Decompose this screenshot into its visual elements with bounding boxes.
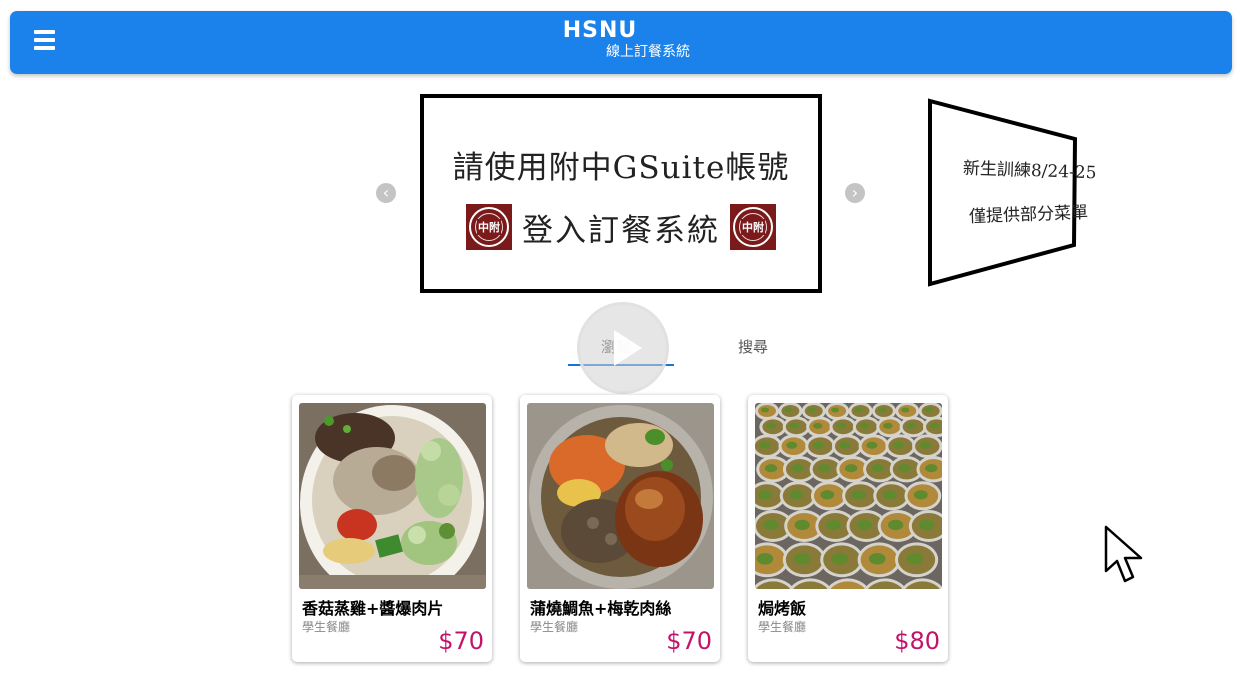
carousel-slide-next[interactable]: 新生訓練8/24-25 僅提供部分菜單 <box>925 98 1097 288</box>
item-price: $70 <box>666 627 712 655</box>
item-location: 學生餐廳 <box>758 620 807 634</box>
mouse-cursor-icon <box>1104 525 1143 583</box>
emblem-text: 中附 <box>477 219 501 235</box>
top-app-bar: HSNU 線上訂餐系統 <box>10 11 1232 74</box>
slide-login-line2: 中附 登入訂餐系統 中附 <box>424 202 818 252</box>
brand: HSNU 線上訂餐系統 <box>10 19 1232 61</box>
item-location: 學生餐廳 <box>302 620 351 634</box>
slide-orientation-notice: 新生訓練8/24-25 <box>962 158 1097 184</box>
slide-login-instruction: 請使用附中GSuite帳號 <box>452 150 790 186</box>
slide-frame <box>928 98 1078 287</box>
slide-partial-menu-notice: 僅提供部分菜單 <box>968 202 1089 228</box>
emblem-text: 中附 <box>741 219 765 235</box>
item-name: 蒲燒鯛魚+梅乾肉絲 <box>530 599 672 618</box>
carousel-slide-main[interactable]: 請使用附中GSuite帳號 中附 登入訂餐系統 中附 <box>420 94 822 293</box>
menu-card[interactable]: 蒲燒鯛魚+梅乾肉絲 學生餐廳 $70 <box>520 395 720 662</box>
item-price: $70 <box>438 627 484 655</box>
item-price: $80 <box>894 627 940 655</box>
item-name: 焗烤飯 <box>758 599 807 618</box>
app-subtitle: 線上訂餐系統 <box>606 44 690 60</box>
school-emblem-icon: 中附 <box>466 204 512 250</box>
item-name: 香菇蒸雞+醬爆肉片 <box>302 599 444 618</box>
menu-card[interactable]: 香菇蒸雞+醬爆肉片 學生餐廳 $70 <box>292 395 492 662</box>
food-photo <box>299 403 486 589</box>
item-location: 學生餐廳 <box>530 620 579 634</box>
school-emblem-icon: 中附 <box>730 204 776 250</box>
play-icon[interactable] <box>577 302 669 394</box>
food-photo <box>755 403 942 589</box>
menu-card[interactable]: 焗烤飯 學生餐廳 $80 <box>748 395 948 662</box>
slide-login-text: 登入訂餐系統 <box>522 212 720 249</box>
app-title: HSNU <box>562 18 638 43</box>
tab-search[interactable]: 搜尋 <box>738 336 768 357</box>
food-photo <box>527 403 714 589</box>
chevron-left-icon[interactable]: ‹ <box>376 183 396 203</box>
chevron-right-icon[interactable]: › <box>845 183 865 203</box>
